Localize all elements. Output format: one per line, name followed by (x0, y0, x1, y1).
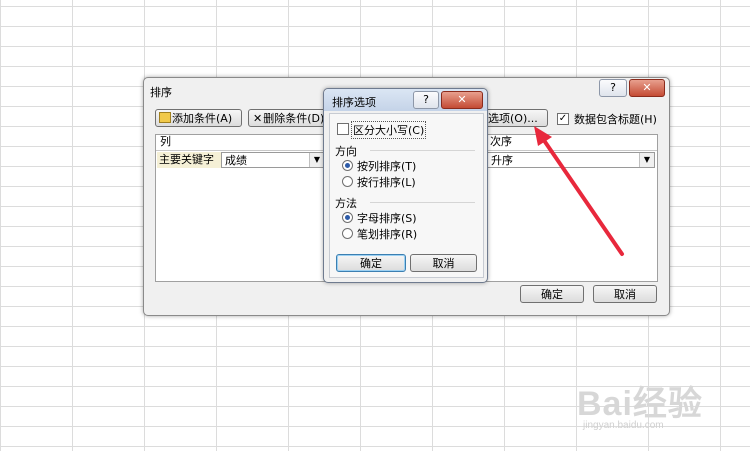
options-close-button[interactable]: ✕ (441, 91, 483, 109)
letter-sort-radio[interactable] (342, 212, 353, 223)
sort-by-column-radio[interactable] (342, 160, 353, 171)
delete-icon: ✕ (253, 112, 263, 125)
help-button[interactable]: ? (599, 79, 627, 97)
ok-button[interactable]: 确定 (520, 285, 584, 303)
options-help-button[interactable]: ? (413, 91, 439, 109)
header-checkbox[interactable]: ✓ (557, 113, 569, 125)
case-sensitive-label: 区分大小写(C) (351, 121, 427, 139)
order-header: 次序 (490, 135, 512, 148)
options-titlebar: 排序选项 ? ✕ (324, 89, 487, 111)
stroke-sort-radio[interactable] (342, 228, 353, 239)
add-condition-label: 添加条件(A) (172, 112, 233, 125)
stroke-sort-label: 笔划排序(R) (357, 228, 418, 241)
watermark-logo: Bai经验 (577, 385, 703, 423)
close-button[interactable]: ✕ (629, 79, 665, 97)
options-cancel-button[interactable]: 取消 (410, 254, 477, 272)
cancel-button[interactable]: 取消 (593, 285, 657, 303)
order-value: 升序 (491, 154, 513, 167)
direction-title: 方向 (335, 145, 357, 158)
options-ok-button[interactable]: 确定 (336, 254, 406, 272)
sort-options-dialog: 排序选项 ? ✕ 区分大小写(C) 方向 按列排序(T) 按行排序(L) 方法 … (323, 88, 488, 283)
options-button[interactable]: 选项(O)... (484, 109, 548, 127)
sort-by-row-label: 按行排序(L) (357, 176, 416, 189)
delete-condition-button[interactable]: ✕删除条件(D) (248, 109, 328, 127)
options-dialog-title: 排序选项 (332, 96, 376, 109)
primary-key-value: 成绩 (225, 154, 247, 167)
direction-separator (370, 150, 475, 151)
order-select[interactable]: 升序 ▼ (487, 152, 655, 168)
delete-condition-label: 删除条件(D) (263, 112, 325, 125)
add-level-icon (159, 112, 171, 123)
watermark: Bai经验 jingyan.baidu.com (577, 370, 747, 448)
sort-by-row-radio[interactable] (342, 176, 353, 187)
options-body: 区分大小写(C) 方向 按列排序(T) 按行排序(L) 方法 字母排序(S) 笔… (329, 113, 484, 278)
add-condition-button[interactable]: 添加条件(A) (155, 109, 242, 127)
dropdown-arrow-icon[interactable]: ▼ (309, 153, 324, 167)
sort-dialog-title: 排序 (150, 86, 172, 99)
letter-sort-label: 字母排序(S) (357, 212, 417, 225)
watermark-url: jingyan.baidu.com (583, 420, 664, 431)
method-title: 方法 (335, 197, 357, 210)
primary-key-label: 主要关键字 (157, 152, 221, 168)
sort-by-column-label: 按列排序(T) (357, 160, 417, 173)
column-header: 列 (160, 135, 171, 148)
dropdown-arrow-icon[interactable]: ▼ (639, 153, 654, 167)
case-sensitive-checkbox[interactable] (337, 123, 349, 135)
primary-key-select[interactable]: 成绩 ▼ (221, 152, 325, 168)
method-separator (370, 202, 475, 203)
header-checkbox-label: 数据包含标题(H) (574, 113, 657, 126)
